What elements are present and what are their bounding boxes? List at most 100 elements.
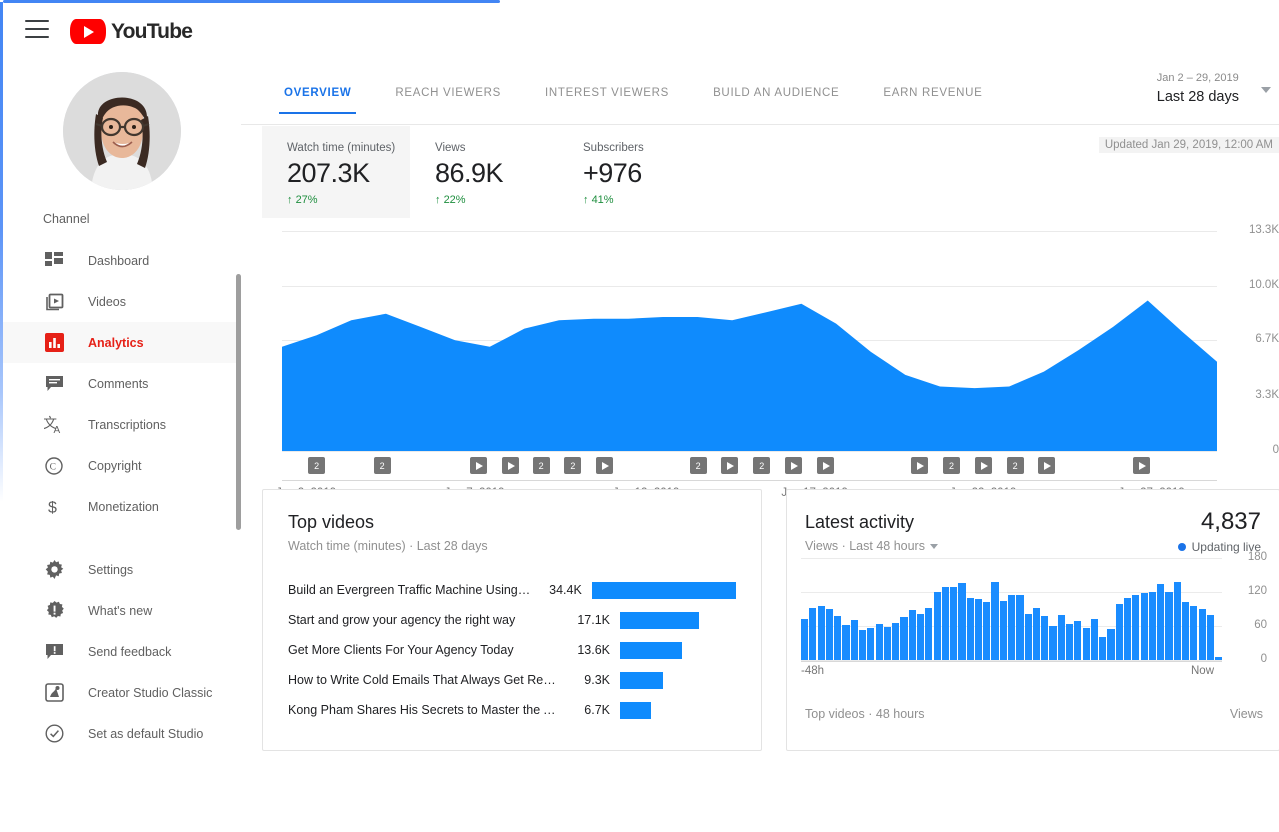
play-triangle-icon <box>822 461 830 470</box>
play-triangle-icon <box>1138 461 1146 470</box>
video-count-marker[interactable]: 2 <box>532 457 550 474</box>
video-marker-icon[interactable] <box>596 457 614 474</box>
top-video-row[interactable]: Start and grow your agency the right way… <box>288 605 736 635</box>
marker-count-label: 2 <box>1012 460 1018 471</box>
metric-cards: Watch time (minutes) 207.3K ↑ 27% Views … <box>262 126 706 218</box>
sidebar-item-creator-studio-classic[interactable]: Creator Studio Classic <box>3 672 241 713</box>
activity-bar <box>983 601 991 660</box>
video-marker-icon[interactable] <box>785 457 803 474</box>
sidebar-item-set-as-default-studio[interactable]: Set as default Studio <box>3 713 241 754</box>
date-range-selector[interactable]: Jan 2 – 29, 2019 Last 28 days <box>1157 72 1239 105</box>
sidebar-item-label: Dashboard <box>88 253 150 268</box>
top-video-title[interactable]: Kong Pham Shares His Secrets to Master t… <box>288 703 556 717</box>
youtube-wordmark: YouTube <box>111 19 193 43</box>
activity-bar <box>858 629 867 660</box>
video-count-marker[interactable]: 2 <box>308 457 326 474</box>
video-marker-icon[interactable] <box>974 457 992 474</box>
activity-bar <box>1140 593 1148 660</box>
channel-avatar[interactable] <box>63 72 181 190</box>
top-video-bar <box>620 701 651 719</box>
activity-bar <box>941 587 949 660</box>
video-count-marker[interactable]: 2 <box>943 457 961 474</box>
tab-interest-viewers[interactable]: INTEREST VIEWERS <box>523 87 691 114</box>
top-videos-card: Top videos Watch time (minutes) · Last 2… <box>262 489 762 751</box>
sidebar-item-monetization[interactable]: $ Monetization <box>3 486 241 527</box>
copyright-icon: C <box>43 455 65 477</box>
y-axis-tick-label: 3.3K <box>1255 389 1279 402</box>
video-marker-icon[interactable] <box>721 457 739 474</box>
latest-activity-subtitle-text: Views · Last 48 hours <box>805 539 925 553</box>
svg-text:$: $ <box>48 500 57 517</box>
tab-earn-revenue[interactable]: EARN REVENUE <box>861 87 1004 114</box>
top-video-title[interactable]: Build an Evergreen Traffic Machine Using… <box>288 583 533 597</box>
marker-count-label: 2 <box>379 460 385 471</box>
top-video-value: 34.4K <box>549 583 582 597</box>
svg-text:C: C <box>50 462 56 472</box>
sidebar-item-analytics[interactable]: Analytics <box>3 322 241 363</box>
youtube-studio-analytics-page: YouTube Channel Dashboard Videos Analyti… <box>0 0 1279 832</box>
sidebar-item-dashboard[interactable]: Dashboard <box>3 240 241 281</box>
play-triangle-icon <box>980 461 988 470</box>
latest-activity-card: Latest activity Views · Last 48 hours 4,… <box>786 489 1279 751</box>
play-triangle-icon <box>727 461 735 470</box>
metric-value: +976 <box>583 158 642 188</box>
chevron-down-icon[interactable] <box>929 544 938 550</box>
activity-bar <box>1049 626 1057 660</box>
video-marker-icon[interactable] <box>1132 457 1150 474</box>
top-video-row[interactable]: Kong Pham Shares His Secrets to Master t… <box>288 695 736 725</box>
metric-label: Subscribers <box>583 142 644 154</box>
metric-label: Watch time (minutes) <box>287 142 396 154</box>
metric-delta-value: 22% <box>443 194 466 206</box>
activity-bar <box>974 598 983 660</box>
video-count-marker[interactable]: 2 <box>373 457 391 474</box>
sidebar-item-transcriptions[interactable]: 文A Transcriptions <box>3 404 241 445</box>
top-video-title[interactable]: Get More Clients For Your Agency Today <box>288 643 556 657</box>
activity-bar <box>1206 614 1214 660</box>
tab-build-an-audience[interactable]: BUILD AN AUDIENCE <box>691 87 861 114</box>
chevron-down-icon[interactable] <box>1261 87 1271 93</box>
top-video-title[interactable]: Start and grow your agency the right way <box>288 613 556 627</box>
sidebar-item-label: Videos <box>88 294 126 309</box>
tab-overview[interactable]: OVERVIEW <box>262 87 373 114</box>
sidebar-item-label: Monetization <box>88 499 159 514</box>
metric-card-subscribers[interactable]: Subscribers +976 ↑ 41% <box>558 126 706 218</box>
sidebar-item-comments[interactable]: Comments <box>3 363 241 404</box>
sidebar-item-videos[interactable]: Videos <box>3 281 241 322</box>
video-count-marker[interactable]: 2 <box>564 457 582 474</box>
video-count-marker[interactable]: 2 <box>689 457 707 474</box>
top-video-row[interactable]: Get More Clients For Your Agency Today 13… <box>288 635 736 665</box>
video-count-marker[interactable]: 2 <box>753 457 771 474</box>
video-count-marker[interactable]: 2 <box>1006 457 1024 474</box>
video-marker-icon[interactable] <box>501 457 519 474</box>
youtube-logo[interactable]: YouTube <box>70 19 193 44</box>
top-video-value: 13.6K <box>577 643 610 657</box>
metric-card-views[interactable]: Views 86.9K ↑ 22% <box>410 126 558 218</box>
youtube-play-icon <box>70 19 106 44</box>
tab-reach-viewers[interactable]: REACH VIEWERS <box>373 87 523 114</box>
whats-new-icon <box>43 600 65 622</box>
gear-icon <box>43 559 65 581</box>
video-marker-icon[interactable] <box>1038 457 1056 474</box>
top-video-title[interactable]: How to Write Cold Emails That Always Get… <box>288 673 556 687</box>
video-marker-icon[interactable] <box>911 457 929 474</box>
metric-card-watch-time[interactable]: Watch time (minutes) 207.3K ↑ 27% <box>262 126 410 218</box>
activity-bar <box>1024 613 1032 660</box>
latest-activity-footer-right[interactable]: Views <box>1230 707 1263 721</box>
video-marker-icon[interactable] <box>469 457 487 474</box>
hamburger-menu-icon[interactable] <box>25 20 49 42</box>
top-video-row[interactable]: Build an Evergreen Traffic Machine Using… <box>288 575 736 605</box>
metric-value: 207.3K <box>287 158 370 188</box>
latest-activity-x-end-label: Now <box>1191 665 1215 677</box>
activity-bar <box>1173 582 1181 660</box>
sidebar-item-copyright[interactable]: C Copyright <box>3 445 241 486</box>
top-video-row[interactable]: How to Write Cold Emails That Always Get… <box>288 665 736 695</box>
play-triangle-icon <box>602 461 610 470</box>
sidebar-item-send-feedback[interactable]: Send feedback <box>3 631 241 672</box>
activity-bar <box>834 615 842 660</box>
area-chart-plot <box>282 300 1217 451</box>
sidebar-item-settings[interactable]: Settings <box>3 549 241 590</box>
sidebar-item-whats-new[interactable]: What's new <box>3 590 241 631</box>
latest-activity-footer-left[interactable]: Top videos · 48 hours <box>805 707 925 721</box>
activity-bar <box>817 605 825 660</box>
video-marker-icon[interactable] <box>816 457 834 474</box>
